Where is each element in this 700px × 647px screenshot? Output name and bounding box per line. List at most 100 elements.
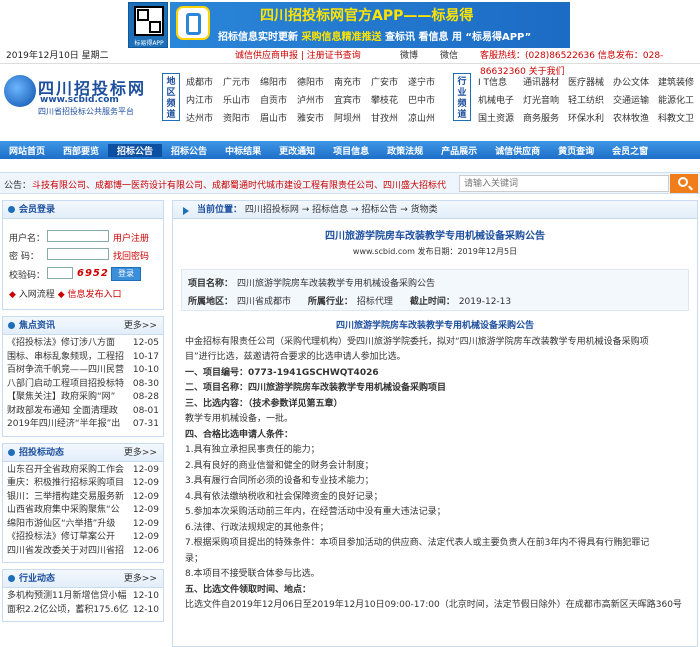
top-banner[interactable]: 标易得APP 四川招投标网官方APP——标易得 招标信息实时更新 采购信息精准推…	[0, 0, 700, 48]
list-item-title[interactable]: 《招投标法》修订涉八方面	[7, 337, 129, 351]
industry-link[interactable]: 机械电子	[478, 93, 523, 106]
nav-item[interactable]: 更改通知	[270, 144, 324, 157]
region-link[interactable]: 泸州市	[297, 93, 334, 106]
region-link[interactable]: 眉山市	[260, 111, 297, 124]
industry-link[interactable]: 通讯器材	[523, 75, 568, 88]
tender-more-link[interactable]: 更多>>	[124, 444, 157, 462]
weibo-link[interactable]: 微博	[400, 48, 418, 64]
industry-link[interactable]: 环保水利	[568, 111, 613, 124]
industry-link[interactable]: 国土资源	[478, 111, 523, 124]
list-item-title[interactable]: 百树争流千帆竞——四川民营	[7, 364, 129, 378]
region-link[interactable]: 绵阳市	[260, 75, 297, 88]
list-item[interactable]: 多机构预测11月新增信贷小幅 12-10	[7, 590, 159, 604]
join-flow-link[interactable]: 入网流程	[19, 290, 55, 300]
list-item-title[interactable]: 【聚焦关注】政府采购“网”	[7, 391, 129, 405]
region-link[interactable]: 广安市	[371, 75, 408, 88]
list-item[interactable]: 山西省政府集中采购聚焦“公 12-09	[7, 504, 159, 518]
list-item-title[interactable]: 《招投标法》修订草案公开	[7, 531, 129, 545]
industry-link[interactable]: 科教文卫	[658, 111, 700, 124]
region-link[interactable]: 巴中市	[408, 93, 445, 106]
industry-link[interactable]: 医疗器械	[568, 75, 613, 88]
region-link[interactable]: 乐山市	[223, 93, 260, 106]
list-item-title[interactable]: 2019年四川经济“半年报”出	[7, 418, 129, 432]
region-link[interactable]: 内江市	[186, 93, 223, 106]
industry-more-link[interactable]: 更多>>	[124, 570, 157, 588]
list-item-title[interactable]: 重庆：积极推行招标采购项目	[7, 477, 129, 491]
region-link[interactable]: 攀枝花	[371, 93, 408, 106]
password-input[interactable]	[47, 248, 109, 260]
region-link[interactable]: 达州市	[186, 111, 223, 124]
captcha-input[interactable]	[47, 267, 73, 279]
region-link[interactable]: 甘孜州	[371, 111, 408, 124]
nav-item[interactable]: 招标公告	[108, 143, 163, 157]
industry-link[interactable]: I T信息	[478, 75, 523, 88]
region-link[interactable]: 资阳市	[223, 111, 260, 124]
region-link[interactable]: 南充市	[334, 75, 371, 88]
captcha-image[interactable]: 6952	[77, 268, 109, 279]
list-item[interactable]: 四川省发改委关于对四川省招 12-06	[7, 545, 159, 559]
nav-item[interactable]: 会员之窗	[603, 144, 657, 157]
nav-item[interactable]: 产品展示	[432, 144, 486, 157]
industry-link[interactable]: 办公文体	[613, 75, 658, 88]
focus-more-link[interactable]: 更多>>	[124, 317, 157, 335]
list-item[interactable]: 重庆：积极推行招标采购项目 12-09	[7, 477, 159, 491]
list-item-title[interactable]: 财政部发布通知 全面清理政	[7, 405, 129, 419]
list-item-title[interactable]: 多机构预测11月新增信贷小幅	[7, 590, 129, 604]
list-item[interactable]: 围标、串标乱象频现，工程招 10-17	[7, 351, 159, 365]
region-link[interactable]: 德阳市	[297, 75, 334, 88]
industry-link[interactable]: 建筑装修	[658, 75, 700, 88]
list-item[interactable]: 百树争流千帆竞——四川民营 10-10	[7, 364, 159, 378]
nav-item[interactable]: 网站首页	[0, 144, 54, 157]
nav-item[interactable]: 招标公告	[162, 144, 216, 157]
industry-link[interactable]: 灯光音响	[523, 93, 568, 106]
industry-link[interactable]: 轻工纺织	[568, 93, 613, 106]
nav-item[interactable]: 黄页查询	[549, 144, 603, 157]
forgot-password-link[interactable]: 找回密码	[113, 249, 149, 262]
list-item[interactable]: 银川：三举措构建交易服务新 12-09	[7, 491, 159, 505]
industry-link[interactable]: 农林牧渔	[613, 111, 658, 124]
list-item-title[interactable]: 山西省政府集中采购聚焦“公	[7, 504, 129, 518]
breadcrumb-path[interactable]: 四川招投标网 → 招标信息 → 招标公告 → 货物类	[245, 205, 438, 215]
region-link[interactable]: 雅安市	[297, 111, 334, 124]
list-item-title[interactable]: 围标、串标乱象频现，工程招	[7, 351, 129, 365]
app-promo-banner[interactable]: 四川招投标网官方APP——标易得 招标信息实时更新 采购信息精准推送 查标讯 看…	[170, 2, 570, 48]
username-input[interactable]	[47, 230, 109, 242]
wechat-link[interactable]: 微信	[440, 48, 458, 64]
notice-marquee[interactable]: 斗技有限公司、成都博一医药设计有限公司、成都蜀通时代城市建设工程有限责任公司、四…	[32, 178, 456, 191]
supplier-links[interactable]: 诚信供应商申报 | 注册证书查询	[235, 48, 361, 64]
list-item[interactable]: 2019年四川经济“半年报”出 07-31	[7, 418, 159, 432]
search-input[interactable]	[459, 175, 669, 192]
list-item-title[interactable]: 面积2.2亿公顷，蓄积175.6亿	[7, 604, 129, 618]
region-link[interactable]: 凉山州	[408, 111, 445, 124]
list-item[interactable]: 面积2.2亿公顷，蓄积175.6亿 12-10	[7, 604, 159, 618]
list-item[interactable]: 《招投标法》修订涉八方面 12-05	[7, 337, 159, 351]
region-link[interactable]: 阿坝州	[334, 111, 371, 124]
list-item-title[interactable]: 银川：三举措构建交易服务新	[7, 491, 129, 505]
list-item-title[interactable]: 四川省发改委关于对四川省招	[7, 545, 129, 559]
industry-link[interactable]: 交通运输	[613, 93, 658, 106]
site-logo[interactable]: 四川招投标网 www.scbid.com 四川省招投标公共服务平台	[4, 73, 154, 121]
list-item[interactable]: 八部门启动工程项目招投标特 08-30	[7, 378, 159, 392]
app-qr-box[interactable]: 标易得APP	[128, 2, 168, 48]
list-item[interactable]: 【聚焦关注】政府采购“网” 08-28	[7, 391, 159, 405]
industry-link[interactable]: 商务服务	[523, 111, 568, 124]
list-item[interactable]: 《招投标法》修订草案公开 12-09	[7, 531, 159, 545]
report-link[interactable]: 信息发布入口	[67, 290, 121, 300]
region-link[interactable]: 广元市	[223, 75, 260, 88]
region-link[interactable]: 遂宁市	[408, 75, 445, 88]
nav-item[interactable]: 项目信息	[324, 144, 378, 157]
industry-link[interactable]: 能源化工	[658, 93, 700, 106]
nav-item[interactable]: 西部要览	[54, 144, 108, 157]
list-item[interactable]: 山东召开全省政府采购工作会 12-09	[7, 464, 159, 478]
nav-item[interactable]: 中标结果	[216, 144, 270, 157]
list-item-title[interactable]: 山东召开全省政府采购工作会	[7, 464, 129, 478]
list-item-title[interactable]: 八部门启动工程项目招投标特	[7, 378, 129, 392]
list-item-title[interactable]: 绵阳市游仙区“六举措”升级	[7, 518, 129, 532]
register-link[interactable]: 用户注册	[113, 231, 149, 244]
region-link[interactable]: 自贡市	[260, 93, 297, 106]
region-link[interactable]: 成都市	[186, 75, 223, 88]
login-button[interactable]: 登录	[111, 267, 141, 281]
list-item[interactable]: 绵阳市游仙区“六举措”升级 12-09	[7, 518, 159, 532]
search-button[interactable]	[670, 174, 698, 193]
nav-item[interactable]: 政策法规	[378, 144, 432, 157]
